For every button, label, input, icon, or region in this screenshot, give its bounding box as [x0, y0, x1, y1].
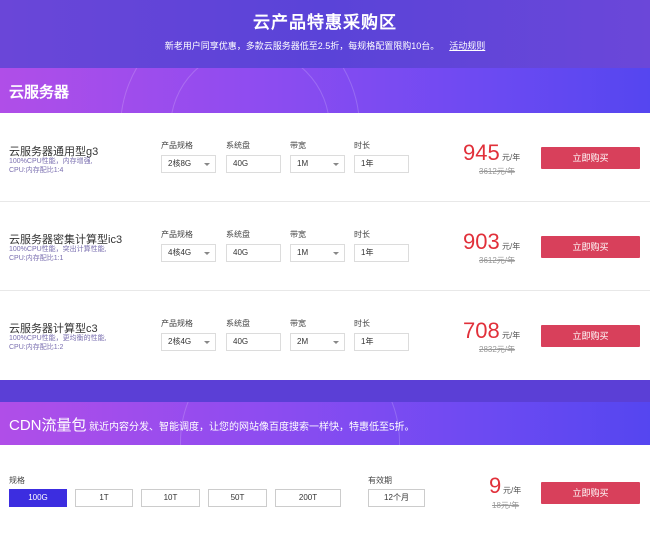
- cdn-spec-label: 规格: [9, 476, 25, 485]
- cdn-price-unit: 元/年: [503, 486, 522, 495]
- product-ratio: CPU:内存配比1:1: [9, 255, 64, 262]
- server-section-title: 云服务器: [9, 84, 70, 101]
- disk-field[interactable]: 40G: [226, 155, 281, 173]
- buy-now-button[interactable]: 立即购买: [541, 147, 640, 169]
- product-ratio: CPU:内存配比1:4: [9, 167, 64, 174]
- disk-label: 系统盘: [226, 230, 250, 239]
- bandwidth-label: 带宽: [290, 319, 306, 328]
- duration-field[interactable]: 1年: [354, 155, 409, 173]
- cdn-price: 9: [489, 473, 502, 498]
- promo-subtitle: 新老用户同享优惠，多款云服务器低至2.5折，每规格配置限购10台。 活动规则: [0, 39, 650, 52]
- spec-label: 产品规格: [161, 319, 193, 328]
- spec-label: 产品规格: [161, 230, 193, 239]
- cdn-section-header: CDN流量包 就近内容分发、智能调度，让您的网站像百度搜索一样快，特惠低至5折。: [0, 402, 650, 445]
- spec-select[interactable]: 4核4G: [161, 244, 216, 262]
- cdn-section-desc: 就近内容分发、智能调度，让您的网站像百度搜索一样快，特惠低至5折。: [89, 422, 415, 433]
- server-products-panel: 云服务器通用型g3 100%CPU性能，内存增强, CPU:内存配比1:4 产品…: [0, 113, 650, 380]
- bandwidth-label: 带宽: [290, 230, 306, 239]
- product-ratio: CPU:内存配比1:2: [9, 344, 64, 351]
- disk-field[interactable]: 40G: [226, 244, 281, 262]
- duration-label: 时长: [354, 319, 370, 328]
- cdn-option-100g[interactable]: 100G: [9, 489, 67, 507]
- price-unit: 元/年: [502, 331, 521, 340]
- server-section-header: 云服务器: [0, 68, 650, 113]
- spec-label: 产品规格: [161, 141, 193, 150]
- validity-option[interactable]: 12个月: [368, 489, 425, 507]
- product-row-c3: 云服务器计算型c3 100%CPU性能，更均衡的性能, CPU:内存配比1:2 …: [0, 291, 650, 379]
- price: 708: [463, 318, 500, 343]
- duration-label: 时长: [354, 141, 370, 150]
- disk-label: 系统盘: [226, 319, 250, 328]
- product-row-g3: 云服务器通用型g3 100%CPU性能，内存增强, CPU:内存配比1:4 产品…: [0, 113, 650, 201]
- bandwidth-select[interactable]: 1M: [290, 155, 345, 173]
- duration-field[interactable]: 1年: [354, 333, 409, 351]
- duration-label: 时长: [354, 230, 370, 239]
- rules-link[interactable]: 活动规则: [449, 41, 485, 51]
- promo-subtitle-text: 新老用户同享优惠，多款云服务器低至2.5折，每规格配置限购10台。: [164, 41, 440, 51]
- bandwidth-select[interactable]: 2M: [290, 333, 345, 351]
- price-unit: 元/年: [502, 242, 521, 251]
- buy-now-button[interactable]: 立即购买: [541, 236, 640, 258]
- original-price: 3612元/年: [479, 167, 516, 176]
- buy-now-button[interactable]: 立即购买: [541, 325, 640, 347]
- product-row-ic3: 云服务器密集计算型ic3 100%CPU性能，突出计算性能, CPU:内存配比1…: [0, 202, 650, 290]
- page-title: 云产品特惠采购区: [253, 13, 397, 32]
- cdn-buy-now-button[interactable]: 立即购买: [541, 482, 640, 504]
- promo-banner: 云产品特惠采购区 新老用户同享优惠，多款云服务器低至2.5折，每规格配置限购10…: [0, 0, 650, 68]
- cdn-panel: 规格 100G 1T 10T 50T 200T 有效期 12个月 9 元/年 1…: [0, 445, 650, 535]
- bandwidth-label: 带宽: [290, 141, 306, 150]
- cdn-option-10t[interactable]: 10T: [141, 489, 200, 507]
- disk-field[interactable]: 40G: [226, 333, 281, 351]
- price-unit: 元/年: [502, 153, 521, 162]
- original-price: 3612元/年: [479, 256, 516, 265]
- cdn-original-price: 18元/年: [492, 501, 520, 510]
- cdn-section-title: CDN流量包: [9, 417, 87, 434]
- decorative-arc: [170, 68, 330, 113]
- duration-field[interactable]: 1年: [354, 244, 409, 262]
- cdn-option-200t[interactable]: 200T: [275, 489, 341, 507]
- cdn-option-50t[interactable]: 50T: [208, 489, 267, 507]
- price: 903: [463, 229, 500, 254]
- cdn-option-1t[interactable]: 1T: [75, 489, 133, 507]
- disk-label: 系统盘: [226, 141, 250, 150]
- price: 945: [463, 140, 500, 165]
- spec-select[interactable]: 2核8G: [161, 155, 216, 173]
- bandwidth-select[interactable]: 1M: [290, 244, 345, 262]
- original-price: 2832元/年: [479, 345, 516, 354]
- spec-select[interactable]: 2核4G: [161, 333, 216, 351]
- validity-label: 有效期: [368, 476, 392, 485]
